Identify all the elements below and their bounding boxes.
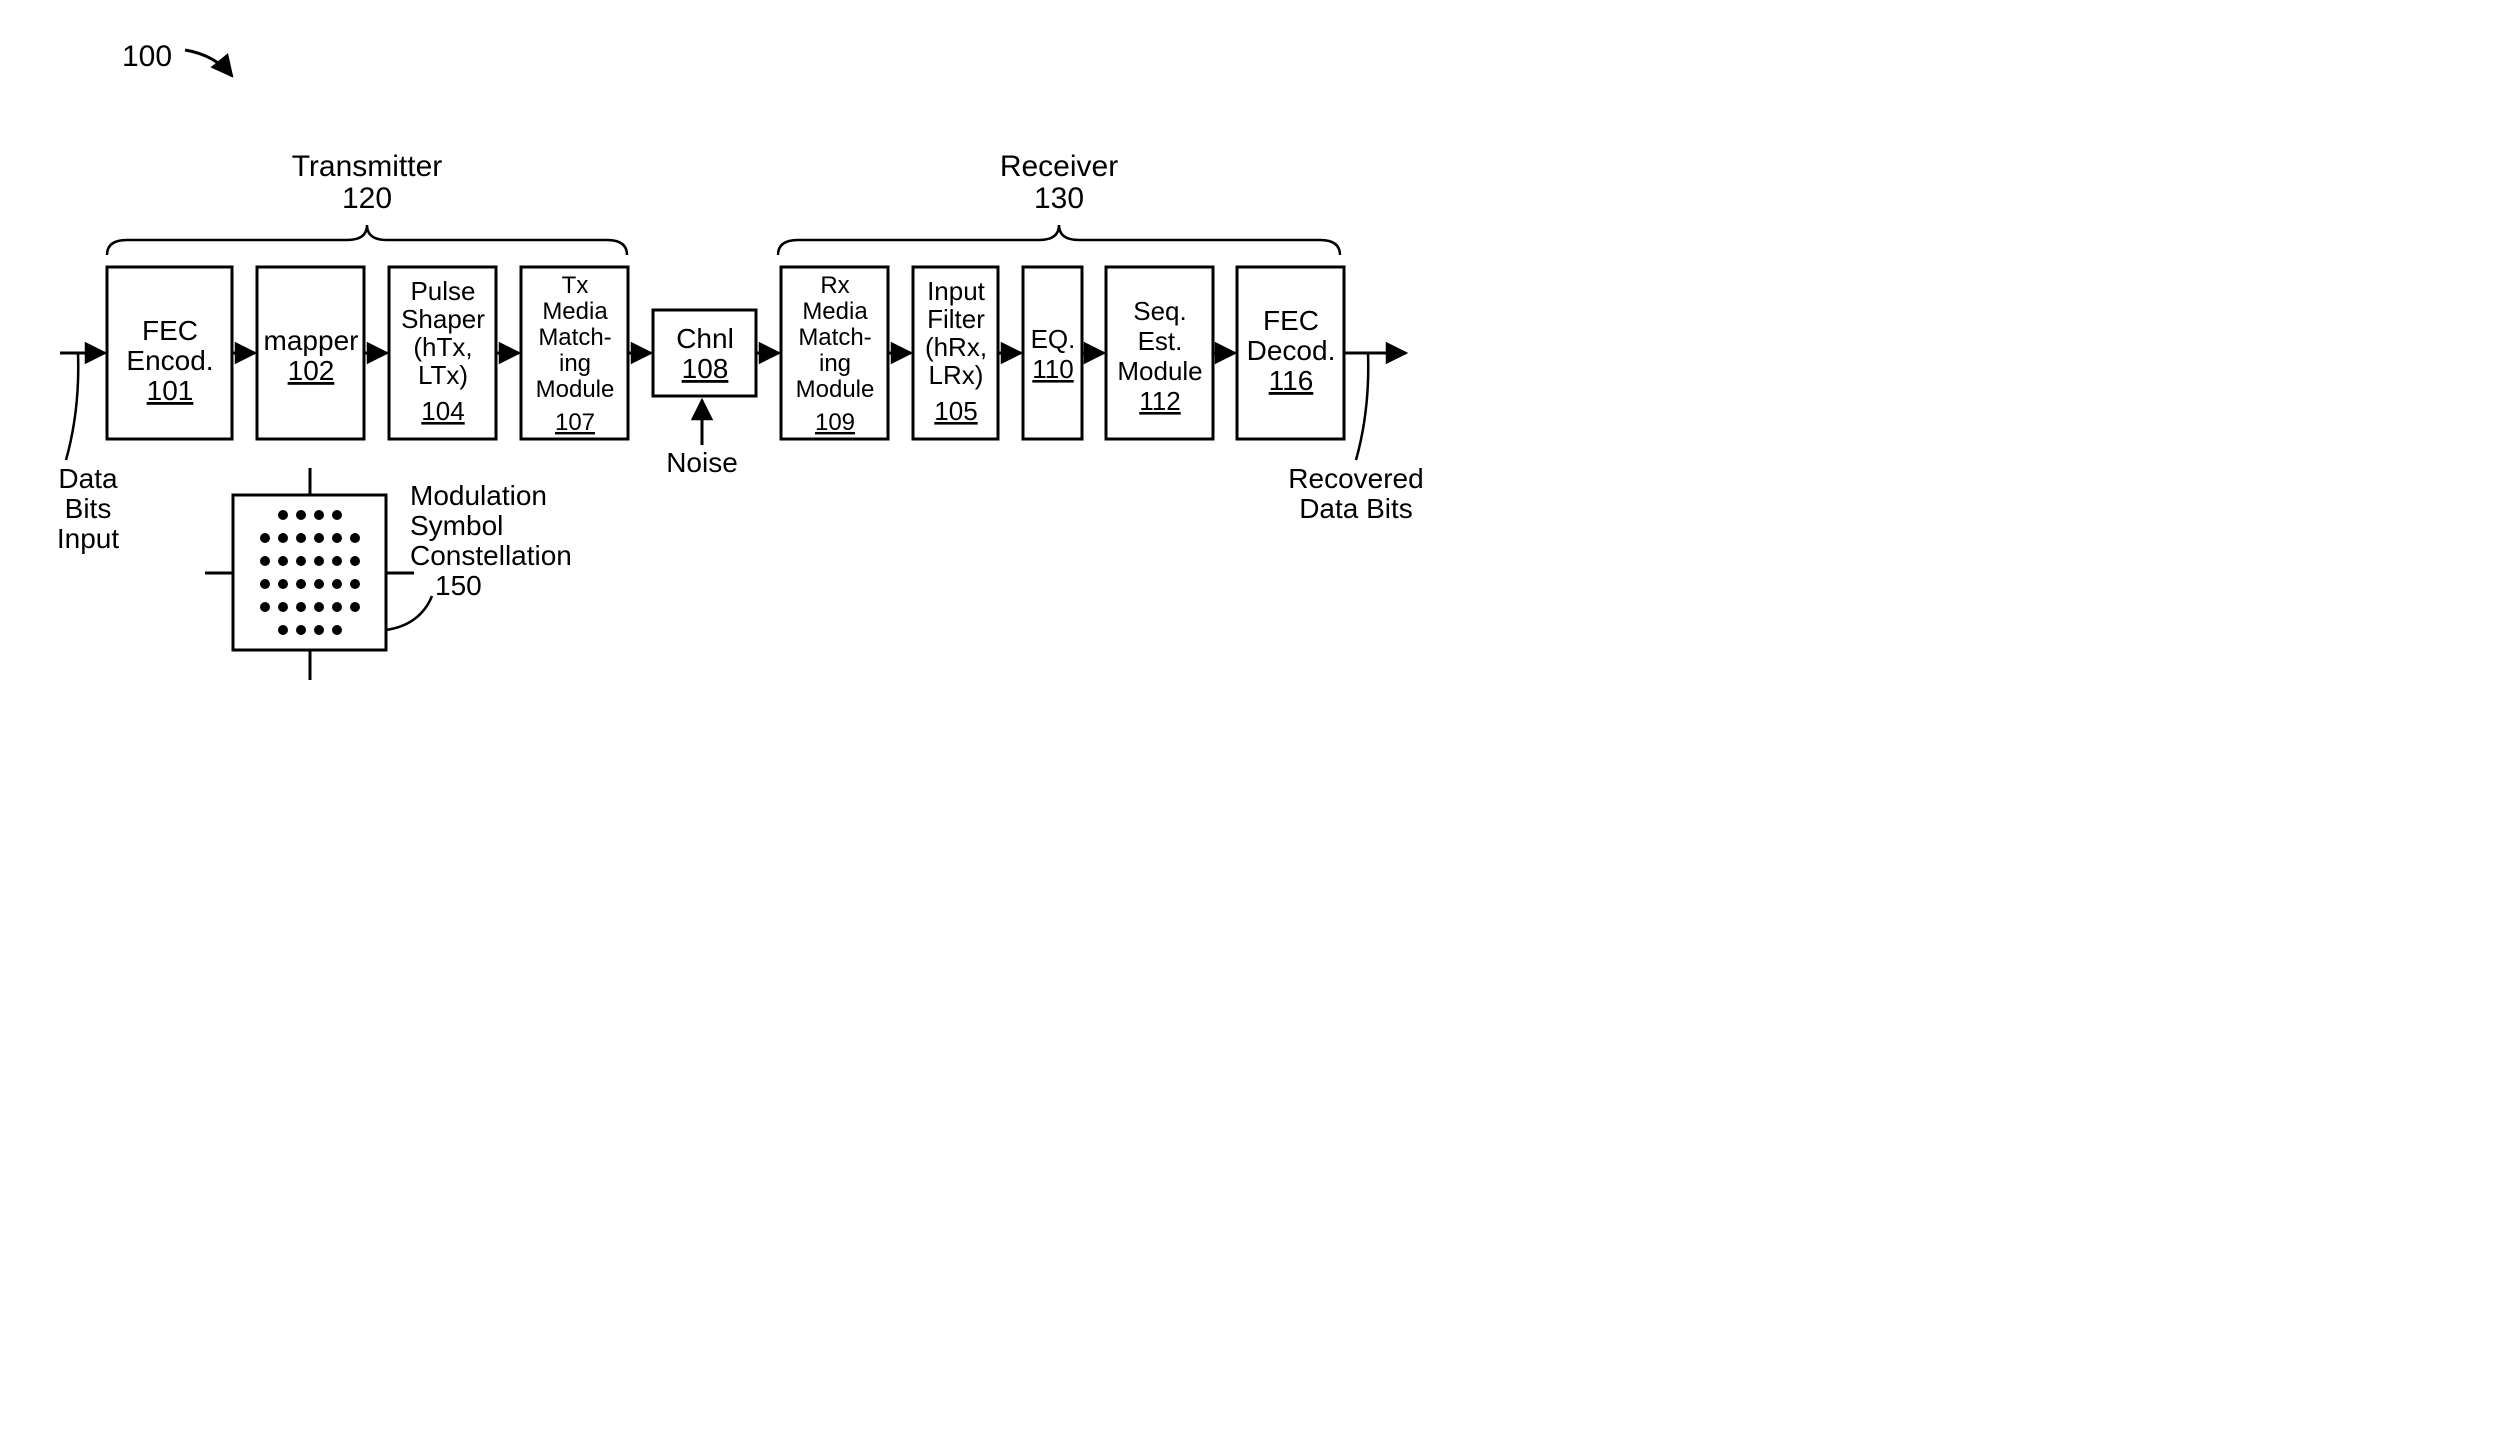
const-num: 150 [435, 570, 482, 601]
transmitter-brace [107, 225, 627, 255]
txmm-num: 107 [555, 409, 595, 436]
txmm-l3: Match- [538, 324, 611, 351]
output-l1: Recovered [1288, 463, 1423, 494]
txmm-l1: Tx [562, 272, 589, 299]
pulse-l3: (hTx, [413, 332, 472, 362]
input-l1: Data [58, 463, 118, 494]
constellation [205, 468, 414, 680]
output-l2: Data Bits [1299, 493, 1413, 524]
transmitter-num: 120 [342, 182, 392, 215]
txmm-l5: Module [536, 376, 615, 403]
mapper-num: 102 [288, 355, 335, 386]
eq-l1: EQ. [1031, 324, 1076, 354]
rxmm-l5: Module [796, 376, 875, 403]
seq-l1: Seq. [1133, 296, 1187, 326]
seq-l2: Est. [1138, 326, 1183, 356]
receiver-num: 130 [1034, 182, 1084, 215]
figure-ref-arrow [185, 50, 232, 76]
receiver-label: Receiver [1000, 150, 1118, 183]
rxmm-l1: Rx [820, 272, 849, 299]
fec-enc-l1: FEC [142, 315, 198, 346]
rxmm-l4: ing [819, 350, 851, 377]
const-l2: Symbol [410, 510, 503, 541]
input-leader [66, 353, 78, 460]
inflt-l1: Input [927, 276, 986, 306]
pulse-l1: Pulse [410, 276, 475, 306]
rxmm-l3: Match- [798, 324, 871, 351]
rxmm-num: 109 [815, 409, 855, 436]
fec-dec-l2: Decod. [1247, 335, 1336, 366]
receiver-brace [778, 225, 1340, 255]
const-l3: Constellation [410, 540, 572, 571]
mapper-l1: mapper [264, 325, 359, 356]
input-l3: Input [57, 523, 119, 554]
eq-num: 110 [1032, 354, 1073, 384]
seq-num: 112 [1139, 386, 1180, 416]
const-leader [386, 596, 432, 630]
chnl-l1: Chnl [676, 323, 734, 354]
fec-enc-num: 101 [147, 375, 194, 406]
transmitter-label: Transmitter [292, 150, 443, 183]
seq-l3: Module [1117, 356, 1202, 386]
const-l1: Modulation [410, 480, 547, 511]
noise-label: Noise [666, 447, 738, 478]
rxmm-l2: Media [802, 298, 868, 325]
inflt-l4: LRx) [929, 360, 984, 390]
txmm-l4: ing [559, 350, 591, 377]
txmm-l2: Media [542, 298, 608, 325]
fec-dec-num: 116 [1269, 365, 1314, 396]
chnl-num: 108 [682, 353, 729, 384]
pulse-l4: LTx) [418, 360, 468, 390]
fec-dec-l1: FEC [1263, 305, 1319, 336]
figure-ref: 100 [122, 40, 172, 73]
input-l2: Bits [65, 493, 112, 524]
pulse-num: 104 [421, 396, 464, 426]
fec-enc-l2: Encod. [126, 345, 213, 376]
inflt-l3: (hRx, [925, 332, 987, 362]
pulse-l2: Shaper [401, 304, 485, 334]
inflt-l2: Filter [927, 304, 985, 334]
output-leader [1356, 353, 1368, 460]
inflt-num: 105 [934, 396, 977, 426]
